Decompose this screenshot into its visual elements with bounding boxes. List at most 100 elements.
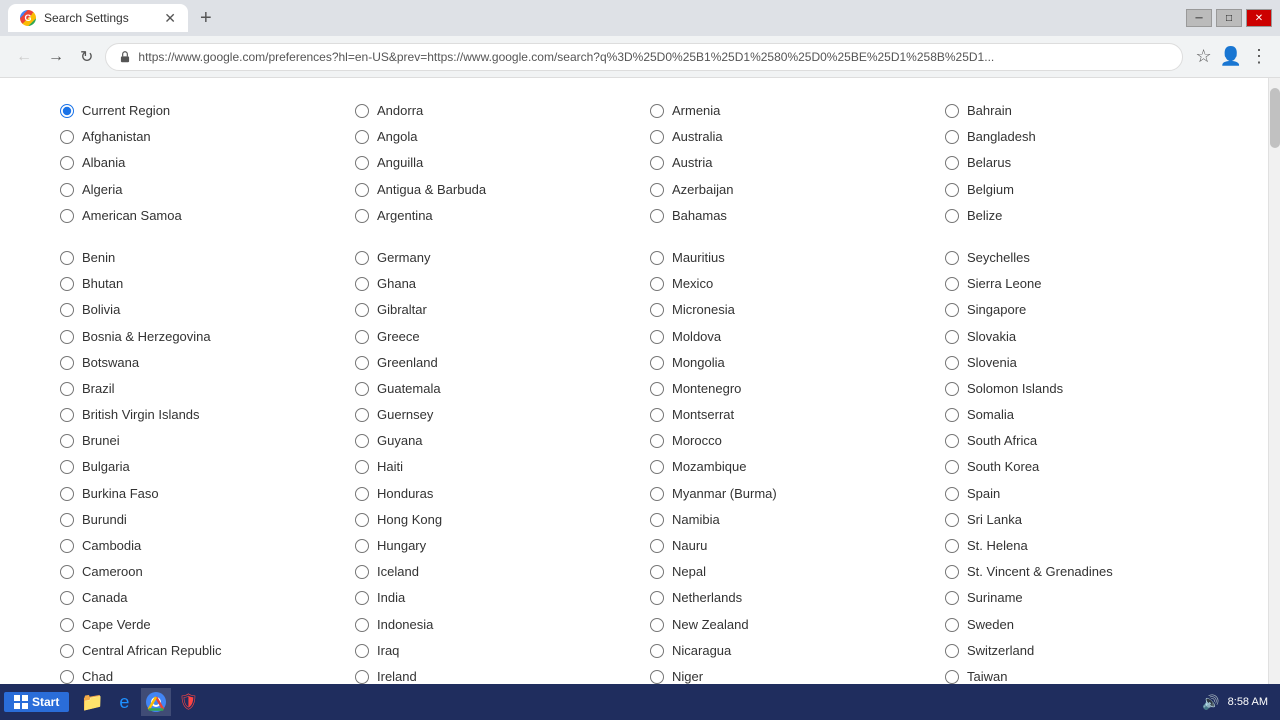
list-item[interactable]: Sierra Leone bbox=[945, 271, 1220, 297]
list-item[interactable]: British Virgin Islands bbox=[60, 402, 335, 428]
region-radio-somalia[interactable] bbox=[945, 408, 959, 422]
list-item[interactable]: Anguilla bbox=[355, 150, 630, 176]
scrollbar[interactable] bbox=[1268, 78, 1280, 684]
region-radio-singapore[interactable] bbox=[945, 303, 959, 317]
list-item[interactable]: Honduras bbox=[355, 481, 630, 507]
list-item[interactable]: Spain bbox=[945, 481, 1220, 507]
region-radio-taiwan[interactable] bbox=[945, 670, 959, 684]
region-radio-canada[interactable] bbox=[60, 591, 74, 605]
menu-icon[interactable]: ⋮ bbox=[1250, 46, 1268, 67]
region-label[interactable]: South Africa bbox=[967, 432, 1037, 450]
region-radio-austria[interactable] bbox=[650, 156, 664, 170]
list-item[interactable]: Suriname bbox=[945, 585, 1220, 611]
region-radio-bvi[interactable] bbox=[60, 408, 74, 422]
region-label[interactable]: Bosnia & Herzegovina bbox=[82, 328, 211, 346]
region-radio-switzerland[interactable] bbox=[945, 644, 959, 658]
taskbar-explorer-icon[interactable]: 📁 bbox=[77, 688, 107, 716]
region-radio-micronesia[interactable] bbox=[650, 303, 664, 317]
list-item[interactable]: Burkina Faso bbox=[60, 481, 335, 507]
region-label[interactable]: Moldova bbox=[672, 328, 721, 346]
region-radio-burkina-faso[interactable] bbox=[60, 487, 74, 501]
region-radio-guernsey[interactable] bbox=[355, 408, 369, 422]
list-item[interactable]: Brunei bbox=[60, 428, 335, 454]
region-label[interactable]: Central African Republic bbox=[82, 642, 221, 660]
region-radio-andorra[interactable] bbox=[355, 104, 369, 118]
address-bar[interactable]: https://www.google.com/preferences?hl=en… bbox=[105, 43, 1183, 71]
list-item[interactable]: Armenia bbox=[650, 98, 925, 124]
list-item[interactable]: Algeria bbox=[60, 177, 335, 203]
region-label[interactable]: Suriname bbox=[967, 589, 1023, 607]
region-radio-argentina[interactable] bbox=[355, 209, 369, 223]
region-radio-namibia[interactable] bbox=[650, 513, 664, 527]
list-item[interactable]: Andorra bbox=[355, 98, 630, 124]
list-item[interactable]: Albania bbox=[60, 150, 335, 176]
region-label[interactable]: Mexico bbox=[672, 275, 713, 293]
list-item[interactable]: St. Helena bbox=[945, 533, 1220, 559]
region-radio-germany[interactable] bbox=[355, 251, 369, 265]
taskbar-security-icon[interactable]: 🛡 bbox=[173, 688, 203, 716]
region-radio-slovenia[interactable] bbox=[945, 356, 959, 370]
list-item[interactable]: Afghanistan bbox=[60, 124, 335, 150]
region-label[interactable]: Sri Lanka bbox=[967, 511, 1022, 529]
region-radio-nicaragua[interactable] bbox=[650, 644, 664, 658]
list-item[interactable]: Current Region bbox=[60, 98, 335, 124]
region-radio-botswana[interactable] bbox=[60, 356, 74, 370]
list-item[interactable]: Chad bbox=[60, 664, 335, 684]
region-label[interactable]: Guernsey bbox=[377, 406, 433, 424]
list-item[interactable]: Nauru bbox=[650, 533, 925, 559]
region-label[interactable]: Montenegro bbox=[672, 380, 741, 398]
region-radio-greece[interactable] bbox=[355, 330, 369, 344]
region-label[interactable]: Mongolia bbox=[672, 354, 725, 372]
reload-button[interactable]: ↻ bbox=[76, 43, 97, 71]
region-radio-slovakia[interactable] bbox=[945, 330, 959, 344]
list-item[interactable]: Bolivia bbox=[60, 297, 335, 323]
list-item[interactable]: Switzerland bbox=[945, 638, 1220, 664]
list-item[interactable]: Indonesia bbox=[355, 612, 630, 638]
list-item[interactable]: Bhutan bbox=[60, 271, 335, 297]
region-radio-bulgaria[interactable] bbox=[60, 460, 74, 474]
region-radio-belize[interactable] bbox=[945, 209, 959, 223]
list-item[interactable]: Central African Republic bbox=[60, 638, 335, 664]
list-item[interactable]: Myanmar (Burma) bbox=[650, 481, 925, 507]
region-label[interactable]: Ghana bbox=[377, 275, 416, 293]
list-item[interactable]: Australia bbox=[650, 124, 925, 150]
scrollbar-thumb[interactable] bbox=[1270, 88, 1280, 148]
region-label[interactable]: Angola bbox=[377, 128, 417, 146]
region-label[interactable]: St. Vincent & Grenadines bbox=[967, 563, 1113, 581]
back-button[interactable]: ← bbox=[12, 44, 36, 70]
list-item[interactable]: Seychelles bbox=[945, 245, 1220, 271]
region-label[interactable]: Belize bbox=[967, 207, 1002, 225]
list-item[interactable]: Ireland bbox=[355, 664, 630, 684]
region-label[interactable]: Belarus bbox=[967, 154, 1011, 172]
region-radio-greenland[interactable] bbox=[355, 356, 369, 370]
region-label[interactable]: Belgium bbox=[967, 181, 1014, 199]
list-item[interactable]: Haiti bbox=[355, 454, 630, 480]
region-label[interactable]: Bahamas bbox=[672, 207, 727, 225]
list-item[interactable]: Mexico bbox=[650, 271, 925, 297]
list-item[interactable]: Singapore bbox=[945, 297, 1220, 323]
region-radio-netherlands[interactable] bbox=[650, 591, 664, 605]
region-radio-cambodia[interactable] bbox=[60, 539, 74, 553]
list-item[interactable]: Cameroon bbox=[60, 559, 335, 585]
region-label[interactable]: Hungary bbox=[377, 537, 426, 555]
list-item[interactable]: South Africa bbox=[945, 428, 1220, 454]
list-item[interactable]: Mozambique bbox=[650, 454, 925, 480]
list-item[interactable]: Sri Lanka bbox=[945, 507, 1220, 533]
region-radio-bolivia[interactable] bbox=[60, 303, 74, 317]
region-radio-nepal[interactable] bbox=[650, 565, 664, 579]
start-button[interactable]: Start bbox=[4, 692, 69, 712]
region-label[interactable]: Azerbaijan bbox=[672, 181, 733, 199]
taskbar-chrome-icon[interactable] bbox=[141, 688, 171, 716]
region-radio-azerbaijan[interactable] bbox=[650, 183, 664, 197]
region-radio-cape-verde[interactable] bbox=[60, 618, 74, 632]
region-radio-brunei[interactable] bbox=[60, 434, 74, 448]
region-label[interactable]: Micronesia bbox=[672, 301, 735, 319]
tab-close-button[interactable]: ✕ bbox=[164, 10, 176, 27]
region-label[interactable]: Argentina bbox=[377, 207, 433, 225]
region-radio-mozambique[interactable] bbox=[650, 460, 664, 474]
region-label[interactable]: Iceland bbox=[377, 563, 419, 581]
list-item[interactable]: Greenland bbox=[355, 350, 630, 376]
list-item[interactable]: Guyana bbox=[355, 428, 630, 454]
region-label[interactable]: Greenland bbox=[377, 354, 438, 372]
list-item[interactable]: Botswana bbox=[60, 350, 335, 376]
